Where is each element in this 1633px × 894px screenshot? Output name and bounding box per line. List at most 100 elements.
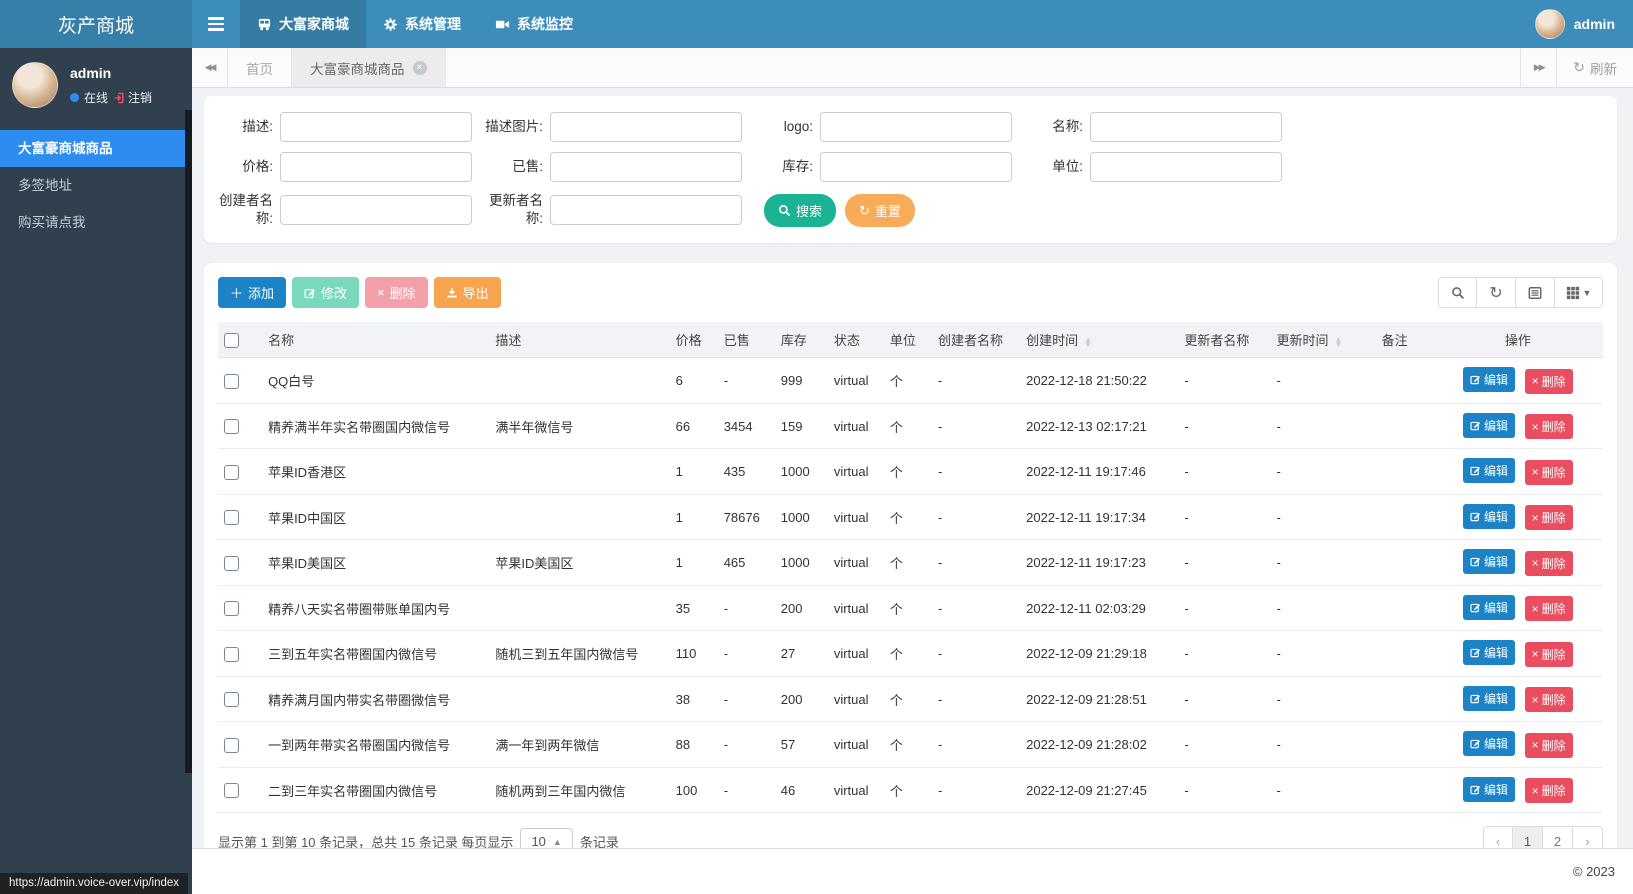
row-checkbox[interactable] [224,465,239,480]
app-logo[interactable]: 灰产商城 [0,0,192,48]
row-checkbox[interactable] [224,647,239,662]
delete-button-label: 删除 [390,283,416,302]
row-delete-button[interactable]: × 删除 [1525,778,1573,803]
description-image-input[interactable] [550,112,742,142]
cell-updater: - [1178,358,1270,404]
row-edit-button[interactable]: 编辑 [1463,367,1515,392]
row-checkbox[interactable] [224,510,239,525]
table-view-dropdown-button[interactable]: ▼ [1555,277,1603,308]
stock-input[interactable] [820,152,1012,182]
row-checkbox[interactable] [224,783,239,798]
tab-refresh-button[interactable]: ↻ 刷新 [1556,48,1633,87]
tab-mall-goods[interactable]: 大富豪商城商品 × [292,48,446,87]
prev-page-button[interactable]: ‹ [1483,826,1513,848]
cell-creator: - [932,403,1020,449]
sort-icon[interactable]: ▲▼ [1334,337,1342,347]
row-edit-label: 编辑 [1484,371,1508,388]
row-delete-label: 删除 [1542,464,1566,481]
row-checkbox[interactable] [224,374,239,389]
logout-link[interactable]: 注销 [113,89,152,106]
row-delete-button[interactable]: × 删除 [1525,642,1573,667]
cell-updated-time: - [1270,449,1375,495]
column-header-updated-time[interactable]: 更新时间▲▼ [1270,322,1375,358]
row-edit-button[interactable]: 编辑 [1463,731,1515,756]
sidebar-item-multisig-address[interactable]: 多签地址 [0,167,186,204]
topnav-label: 系统管理 [405,14,461,34]
select-all-checkbox[interactable] [224,333,239,348]
row-edit-button[interactable]: 编辑 [1463,458,1515,483]
page-button-1[interactable]: 1 [1513,826,1543,848]
row-delete-button[interactable]: × 删除 [1525,551,1573,576]
delete-button[interactable]: × 删除 [365,277,428,308]
user-menu[interactable]: admin [1517,0,1633,48]
row-checkbox[interactable] [224,738,239,753]
sidebar-item-mall-goods[interactable]: 大富豪商城商品 [0,130,186,167]
sidebar-item-purchase[interactable]: 购买请点我 [0,204,186,241]
row-checkbox[interactable] [224,419,239,434]
name-input[interactable] [1090,112,1282,142]
cell-description [489,585,669,631]
row-edit-button[interactable]: 编辑 [1463,640,1515,665]
row-edit-button[interactable]: 编辑 [1463,504,1515,529]
field-label-description: 描述: [214,118,280,136]
row-edit-button[interactable]: 编辑 [1463,413,1515,438]
table-columns-toggle-button[interactable] [1516,277,1555,308]
cell-created-time: 2022-12-09 21:28:02 [1020,722,1178,768]
sort-icon[interactable]: ▲▼ [1084,337,1092,347]
tabs-scroll-right-button[interactable]: ▶▶ [1520,48,1556,87]
row-delete-button[interactable]: × 删除 [1525,414,1573,439]
topnav-item-mall[interactable]: 大富家商城 [240,0,366,48]
cell-status: virtual [828,676,884,722]
cell-remark [1376,767,1433,813]
row-edit-label: 编辑 [1484,781,1508,798]
column-header-price: 价格 [670,322,718,358]
updater-input[interactable] [550,195,742,225]
row-checkbox[interactable] [224,692,239,707]
creator-input[interactable] [280,195,472,225]
export-button[interactable]: 导出 [434,277,501,308]
row-delete-button[interactable]: × 删除 [1525,369,1573,394]
reset-button[interactable]: ↻ 重置 [845,194,915,227]
page-size-dropdown[interactable]: 10 ▲ [520,828,572,848]
row-checkbox[interactable] [224,556,239,571]
tab-label: 首页 [246,58,273,78]
row-edit-button[interactable]: 编辑 [1463,777,1515,802]
unit-input[interactable] [1090,152,1282,182]
logo-input[interactable] [820,112,1012,142]
row-edit-button[interactable]: 编辑 [1463,686,1515,711]
tabs-scroll-left-button[interactable]: ◀◀ [192,48,228,87]
price-input[interactable] [280,152,472,182]
row-delete-button[interactable]: × 删除 [1525,460,1573,485]
tab-label: 大富豪商城商品 [310,58,405,78]
modify-button[interactable]: 修改 [292,277,359,308]
row-edit-button[interactable]: 编辑 [1463,595,1515,620]
topnav-item-system-monitor[interactable]: 系统监控 [478,0,590,48]
sidebar-toggle-button[interactable] [192,0,240,48]
cell-remark [1376,403,1433,449]
table-search-toggle-button[interactable] [1438,277,1477,308]
row-edit-button[interactable]: 编辑 [1463,549,1515,574]
topnav-item-system-admin[interactable]: 系统管理 [366,0,478,48]
row-delete-button[interactable]: × 删除 [1525,733,1573,758]
row-delete-label: 删除 [1542,373,1566,390]
page-button-2[interactable]: 2 [1543,826,1573,848]
table-row: 二到三年实名带圈国内微信号 随机两到三年国内微信 100 - 46 virtua… [218,767,1603,813]
edit-icon [1470,465,1481,476]
description-input[interactable] [280,112,472,142]
sold-input[interactable] [550,152,742,182]
column-header-created-time[interactable]: 创建时间▲▼ [1020,322,1178,358]
sidebar-scrollbar[interactable] [185,110,192,773]
tab-home[interactable]: 首页 [228,48,292,87]
plus-icon: ＋ [230,283,243,302]
row-delete-button[interactable]: × 删除 [1525,596,1573,621]
table-refresh-button[interactable]: ↻ [1477,277,1516,308]
add-button[interactable]: ＋ 添加 [218,277,286,308]
row-delete-button[interactable]: × 删除 [1525,505,1573,530]
cell-updated-time: - [1270,494,1375,540]
search-button[interactable]: 搜索 [764,194,836,227]
row-delete-button[interactable]: × 删除 [1525,687,1573,712]
next-page-button[interactable]: › [1573,826,1603,848]
tab-close-icon[interactable]: × [413,61,427,75]
row-checkbox[interactable] [224,601,239,616]
x-icon: × [1532,511,1539,525]
